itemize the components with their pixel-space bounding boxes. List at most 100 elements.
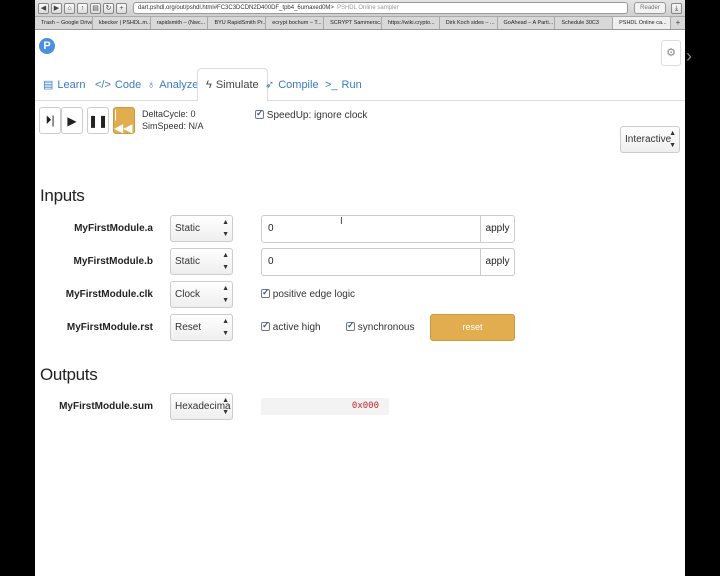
page-title: PSHDL Online sampler: [336, 5, 399, 11]
option-label: positive edge logic: [272, 289, 356, 300]
mode-select[interactable]: Interactive ▲ ▼: [620, 126, 680, 153]
tab-run[interactable]: >_ Run: [325, 68, 362, 101]
code-icon: </>: [95, 78, 111, 91]
port-label: MyFirstModule.sum: [59, 401, 153, 412]
tab-analyze[interactable]: ♁ Analyze: [147, 68, 198, 101]
pause-button[interactable]: ❚❚: [87, 107, 109, 134]
tab-simulate[interactable]: ϟ Simulate: [197, 68, 268, 102]
synchronous-option[interactable]: synchronous: [346, 320, 415, 333]
chevron-updown-icon: ▲ ▼: [222, 318, 229, 337]
port-label: MyFirstModule.b: [73, 256, 153, 267]
value-input[interactable]: 0: [261, 248, 481, 276]
puzzle-icon[interactable]: ⚙: [661, 40, 681, 66]
browser-tab[interactable]: rapidsmith – (Nwc...: [151, 17, 209, 29]
browser-window: ◀ ▶ ⌂ ↑ ▤ ↻ + dart.pshdl.org/out/pshdl.h…: [35, 0, 685, 576]
tab-code[interactable]: </> Code: [95, 68, 141, 101]
tab-compile[interactable]: ➶ Compile: [265, 68, 319, 101]
sim-speed: SimSpeed: N/A: [142, 121, 204, 131]
option-label: synchronous: [357, 322, 415, 333]
terminal-icon: >_: [325, 78, 338, 91]
pause-icon: ❚❚: [87, 113, 109, 128]
active-high-checkbox[interactable]: [261, 320, 270, 331]
chevron-updown-icon: ▲ ▼: [669, 130, 676, 149]
browser-tab[interactable]: kbecker | PSHDL.m...: [93, 17, 151, 29]
browser-tab[interactable]: Dirk Koch sides – ...: [440, 17, 498, 29]
value-input[interactable]: 0: [261, 215, 481, 243]
chevron-updown-icon: ▲ ▼: [222, 285, 229, 304]
screen: ◀ ▶ ⌂ ↑ ▤ ↻ + dart.pshdl.org/out/pshdl.h…: [0, 0, 720, 576]
tab-label: Run: [341, 78, 362, 91]
apply-button[interactable]: apply: [480, 215, 515, 243]
browser-tab[interactable]: BYU RapidSmith Pr...: [208, 17, 267, 29]
book-icon: ▤: [43, 78, 54, 91]
download-icon[interactable]: ⤓: [671, 2, 682, 14]
tab-learn[interactable]: ▤ Learn: [43, 68, 86, 101]
play-icon: ▶: [67, 113, 77, 128]
browser-tab[interactable]: Trash – Google Drive: [35, 17, 93, 29]
step-button[interactable]: ⏵|: [39, 107, 61, 134]
home-icon[interactable]: ⌂: [64, 2, 75, 14]
input-mode-select[interactable]: Clock ▲ ▼: [170, 281, 233, 308]
browser-tab[interactable]: SCRYPT Sammersc...: [324, 17, 382, 29]
positive-edge-option[interactable]: positive edge logic: [261, 287, 356, 300]
main-tabs: ▤ Learn </> Code ♁ Analyze ϟ Simulate ➶: [35, 68, 685, 102]
reader-button[interactable]: Reader: [634, 2, 666, 14]
chevron-updown-icon: ▲ ▼: [222, 252, 229, 271]
new-tab-icon[interactable]: +: [671, 17, 685, 29]
pshdl-logo[interactable]: P: [39, 38, 55, 54]
chevron-updown-icon: ▲ ▼: [222, 397, 229, 416]
chevron-updown-icon: ▲ ▼: [222, 219, 229, 238]
url-text: dart.pshdl.org/out/pshdl.html#FC3C3DCDN2…: [138, 5, 334, 11]
select-value: Clock: [175, 289, 201, 300]
port-label: MyFirstModule.clk: [65, 289, 153, 300]
speedup-checkbox[interactable]: [255, 108, 264, 119]
bolt-icon: ϟ: [206, 79, 212, 91]
port-label: MyFirstModule.a: [74, 223, 153, 234]
select-value: Reset: [175, 322, 202, 333]
browser-tab[interactable]: ecrypt bochum – T...: [266, 17, 325, 29]
tab-label: Learn: [57, 78, 86, 91]
reset-button[interactable]: reset: [430, 314, 515, 341]
tab-label: Compile: [278, 78, 319, 91]
output-format-select[interactable]: Hexadecima ▲ ▼: [170, 393, 233, 420]
chevron-right-icon: ›: [686, 46, 692, 66]
add-icon[interactable]: +: [116, 2, 127, 14]
tab-label: Simulate: [215, 79, 259, 91]
forward-button[interactable]: ▶: [51, 2, 62, 14]
tab-label: Code: [114, 78, 142, 91]
delta-cycle: DeltaCycle: 0: [142, 109, 196, 119]
play-button[interactable]: ▶: [61, 107, 83, 134]
apply-button[interactable]: apply: [480, 248, 515, 276]
speedup-toggle[interactable]: SpeedUp: ignore clock: [255, 108, 368, 121]
input-mode-select[interactable]: Reset ▲ ▼: [170, 314, 233, 341]
rewind-button[interactable]: |◀◀: [113, 106, 135, 135]
browser-tab-active[interactable]: PSHDL Online ca...: [613, 17, 671, 29]
port-label: MyFirstModule.rst: [66, 322, 153, 333]
option-label: active high: [272, 322, 321, 333]
tab-label: Analyze: [159, 78, 199, 91]
active-high-option[interactable]: active high: [261, 320, 321, 333]
stethoscope-icon: ♁: [147, 78, 156, 91]
url-bar[interactable]: dart.pshdl.org/out/pshdl.html#FC3C3DCDN2…: [133, 2, 628, 14]
input-mode-select[interactable]: Static ▲ ▼: [170, 215, 233, 242]
outputs-heading: Outputs: [40, 365, 98, 384]
browser-tab[interactable]: Schedule 30C3: [555, 17, 614, 29]
rocket-icon: ➶: [265, 78, 275, 91]
positive-edge-checkbox[interactable]: [261, 287, 270, 298]
bookmarks-icon[interactable]: ▤: [90, 2, 101, 14]
inputs-heading: Inputs: [40, 186, 85, 205]
back-button[interactable]: ◀: [38, 2, 49, 14]
speedup-label: SpeedUp: ignore clock: [266, 110, 368, 121]
browser-toolbar: ◀ ▶ ⌂ ↑ ▤ ↻ + dart.pshdl.org/out/pshdl.h…: [35, 0, 685, 17]
input-mode-select[interactable]: Static ▲ ▼: [170, 248, 233, 275]
output-value: 0x000: [261, 398, 389, 415]
share-icon[interactable]: ↑: [77, 2, 88, 14]
tab-strip: Trash – Google Drive kbecker | PSHDL.m..…: [35, 17, 685, 30]
rewind-icon: |◀◀: [114, 106, 133, 135]
mode-select-value: Interactive: [625, 134, 672, 145]
browser-tab[interactable]: https://wiki.crypto...: [382, 17, 440, 29]
select-value: Static: [175, 256, 201, 267]
browser-tab[interactable]: GoAhead – A Parti...: [498, 17, 556, 29]
synchronous-checkbox[interactable]: [346, 320, 355, 331]
reload-icon[interactable]: ↻: [103, 2, 114, 14]
